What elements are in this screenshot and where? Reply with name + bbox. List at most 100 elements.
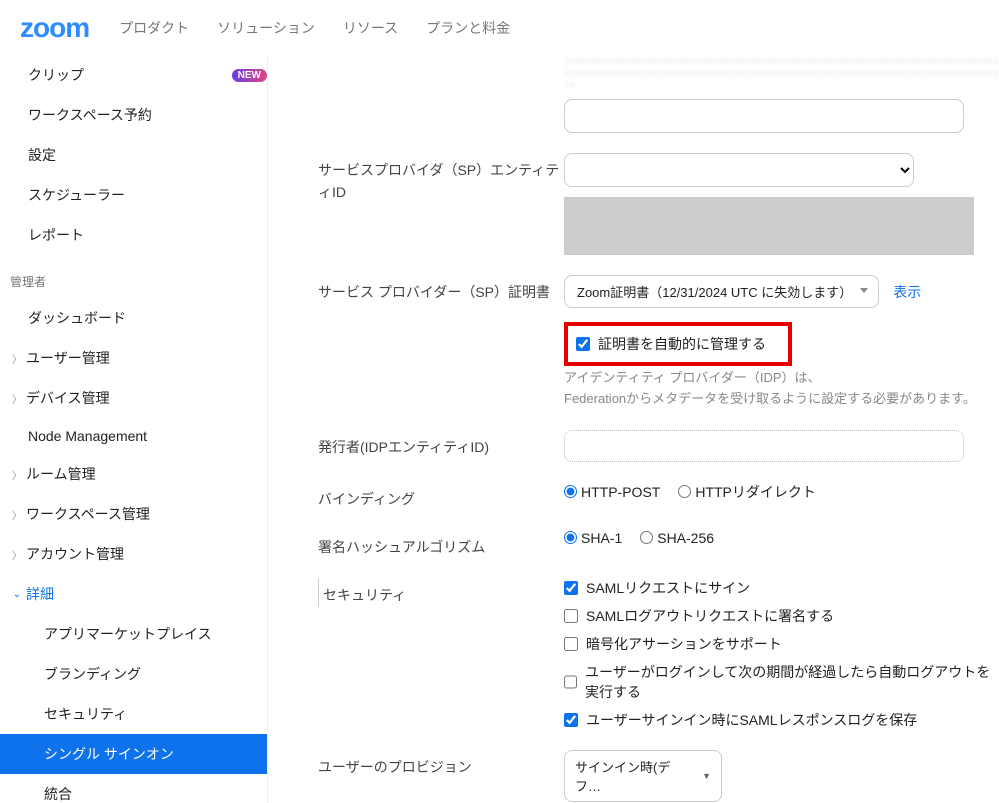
hash-label: 署名ハッシュアルゴリズム <box>318 530 564 558</box>
chevron-right-icon: 〉 <box>10 547 24 562</box>
sidebar-item-label: クリップ <box>28 65 226 85</box>
sidebar-item-label: ワークスペース予約 <box>28 105 152 125</box>
sp-entity-label: サービスプロバイダ（SP）エンティティID <box>318 153 564 204</box>
radio-label: HTTPリダイレクト <box>695 482 816 502</box>
binding-http-redirect-radio[interactable] <box>678 485 691 498</box>
checkbox-label: ユーザーサインイン時にSAMLレスポンスログを保存 <box>586 710 917 730</box>
sidebar-item-label: ブランディング <box>44 664 141 684</box>
binding-http-post-radio[interactable] <box>564 485 577 498</box>
sidebar-item-room-mgmt[interactable]: 〉ルーム管理 <box>0 454 267 494</box>
checkbox-label: SAMLリクエストにサイン <box>586 578 750 598</box>
auto-manage-checkbox[interactable] <box>576 337 590 351</box>
binding-http-post[interactable]: HTTP-POST <box>564 484 660 500</box>
issuer-label: 発行者(IDPエンティティID) <box>318 430 564 458</box>
sidebar-item-label: アプリマーケットプレイス <box>44 624 212 644</box>
security-label: セキュリティ <box>318 578 564 606</box>
nav-pricing[interactable]: プランと料金 <box>426 18 510 38</box>
sidebar-item-label: スケジューラー <box>28 185 125 205</box>
sp-entity-select[interactable] <box>564 153 914 187</box>
chevron-down-icon: ▼ <box>702 771 711 781</box>
radio-label: SHA-1 <box>581 530 622 546</box>
chevron-right-icon: 〉 <box>10 467 24 482</box>
sidebar-item-report[interactable]: レポート <box>0 215 267 255</box>
sec-opt-checkbox[interactable] <box>564 675 577 689</box>
chevron-right-icon: 〉 <box>10 391 24 406</box>
binding-label: バインディング <box>318 482 564 510</box>
content-pane: xxxxxxxxxxxxxxxxxxxxxxxxxxxxxxxxxxxxxxxx… <box>268 55 999 803</box>
sec-opt-checkbox[interactable] <box>564 637 578 651</box>
sidebar-item-detail[interactable]: ⌄詳細 <box>0 574 267 614</box>
sidebar-item-account-mgmt[interactable]: 〉アカウント管理 <box>0 534 267 574</box>
nav-product[interactable]: プロダクト <box>119 18 189 38</box>
sidebar-section-admin: 管理者 <box>0 255 267 298</box>
sidebar-item-integration[interactable]: 統合 <box>0 774 267 803</box>
binding-http-redirect[interactable]: HTTPリダイレクト <box>678 482 816 502</box>
sidebar-item-device-mgmt[interactable]: 〉デバイス管理 <box>0 378 267 418</box>
topbar: zoom プロダクト ソリューション リソース プランと料金 <box>0 0 999 55</box>
sidebar-item-label: ルーム管理 <box>26 464 96 484</box>
hash-sha1[interactable]: SHA-1 <box>564 530 622 546</box>
sidebar-item-label: ダッシュボード <box>28 308 126 328</box>
sp-cert-label: サービス プロバイダー（SP）証明書 <box>318 275 564 303</box>
sec-opt-checkbox[interactable] <box>564 609 578 623</box>
sec-opt-checkbox[interactable] <box>564 713 578 727</box>
hash-sha256[interactable]: SHA-256 <box>640 530 714 546</box>
sidebar-item-label: レポート <box>28 225 84 245</box>
sidebar-item-node-mgmt[interactable]: Node Management <box>0 418 267 454</box>
sidebar-item-settings[interactable]: 設定 <box>0 135 267 175</box>
sec-opt-sign-logout[interactable]: SAMLログアウトリクエストに署名する <box>564 606 999 626</box>
sidebar-item-clip[interactable]: クリップ NEW <box>0 55 267 95</box>
sidebar-item-label: デバイス管理 <box>26 388 110 408</box>
sidebar-item-dashboard[interactable]: ダッシュボード <box>0 298 267 338</box>
sidebar-item-label: アカウント管理 <box>26 544 124 564</box>
chevron-down-icon: ⌄ <box>10 589 24 600</box>
sidebar-item-scheduler[interactable]: スケジューラー <box>0 175 267 215</box>
chevron-right-icon: 〉 <box>10 507 24 522</box>
checkbox-label: ユーザーがログインして次の期間が経過したら自動ログアウトを実行する <box>585 662 999 702</box>
sidebar-item-user-mgmt[interactable]: 〉ユーザー管理 <box>0 338 267 378</box>
provision-value: サインイン時(デフ… <box>575 757 694 795</box>
hash-sha256-radio[interactable] <box>640 531 653 544</box>
sidebar-item-security[interactable]: セキュリティ <box>0 694 267 734</box>
sidebar-item-workspace-mgmt[interactable]: 〉ワークスペース管理 <box>0 494 267 534</box>
provision-select[interactable]: サインイン時(デフ… ▼ <box>564 750 722 802</box>
sp-cert-select[interactable]: Zoom証明書（12/31/2024 UTC に失効します） <box>564 275 879 308</box>
highlight-box: 証明書を自動的に管理する <box>564 322 792 366</box>
hash-sha1-radio[interactable] <box>564 531 577 544</box>
issuer-input[interactable] <box>564 430 964 462</box>
sidebar-item-label: 統合 <box>44 784 72 803</box>
sidebar-item-sso[interactable]: シングル サインオン <box>0 734 267 774</box>
auto-manage-label: 証明書を自動的に管理する <box>598 334 766 354</box>
sidebar-item-label: シングル サインオン <box>44 744 174 764</box>
sec-opt-sign-request[interactable]: SAMLリクエストにサイン <box>564 578 999 598</box>
sidebar-item-label: ワークスペース管理 <box>26 504 150 524</box>
new-badge: NEW <box>232 69 267 82</box>
top-nav: プロダクト ソリューション リソース プランと料金 <box>119 18 510 38</box>
radio-label: HTTP-POST <box>581 484 660 500</box>
checkbox-label: 暗号化アサーションをサポート <box>586 634 782 654</box>
nav-solution[interactable]: ソリューション <box>217 18 315 38</box>
sec-opt-save-response-log[interactable]: ユーザーサインイン時にSAMLレスポンスログを保存 <box>564 710 999 730</box>
auto-manage-desc: Federationからメタデータを受け取るように設定する必要があります。 <box>564 389 999 410</box>
sidebar-item-label: Node Management <box>28 428 147 444</box>
security-options: SAMLリクエストにサイン SAMLログアウトリクエストに署名する 暗号化アサー… <box>564 578 999 730</box>
sp-cert-value: Zoom証明書（12/31/2024 UTC に失効します） <box>577 282 852 301</box>
view-cert-link[interactable]: 表示 <box>893 282 921 302</box>
sidebar-item-branding[interactable]: ブランディング <box>0 654 267 694</box>
chevron-right-icon: 〉 <box>10 351 24 366</box>
sec-opt-encrypt-assertion[interactable]: 暗号化アサーションをサポート <box>564 634 999 654</box>
sidebar-item-workspace-res[interactable]: ワークスペース予約 <box>0 95 267 135</box>
provision-label: ユーザーのプロビジョン <box>318 750 564 778</box>
sidebar: クリップ NEW ワークスペース予約 設定 スケジューラー レポート 管理者 ダ… <box>0 55 268 803</box>
sec-opt-auto-logout[interactable]: ユーザーがログインして次の期間が経過したら自動ログアウトを実行する <box>564 662 999 702</box>
auto-manage-desc-top: アイデンティティ プロバイダー（IDP）は、 <box>564 368 999 389</box>
sp-url-input[interactable] <box>564 99 964 133</box>
zoom-logo: zoom <box>20 12 89 44</box>
redacted-text: xxxxxxxxxxxxxxxxxxxxxxxxxxxxxxxxxxxxxxxx… <box>564 55 999 95</box>
sidebar-item-label: 設定 <box>28 145 56 165</box>
sidebar-item-app-marketplace[interactable]: アプリマーケットプレイス <box>0 614 267 654</box>
radio-label: SHA-256 <box>657 530 714 546</box>
nav-resource[interactable]: リソース <box>343 18 398 38</box>
sidebar-item-label: セキュリティ <box>44 704 127 724</box>
sec-opt-checkbox[interactable] <box>564 581 578 595</box>
